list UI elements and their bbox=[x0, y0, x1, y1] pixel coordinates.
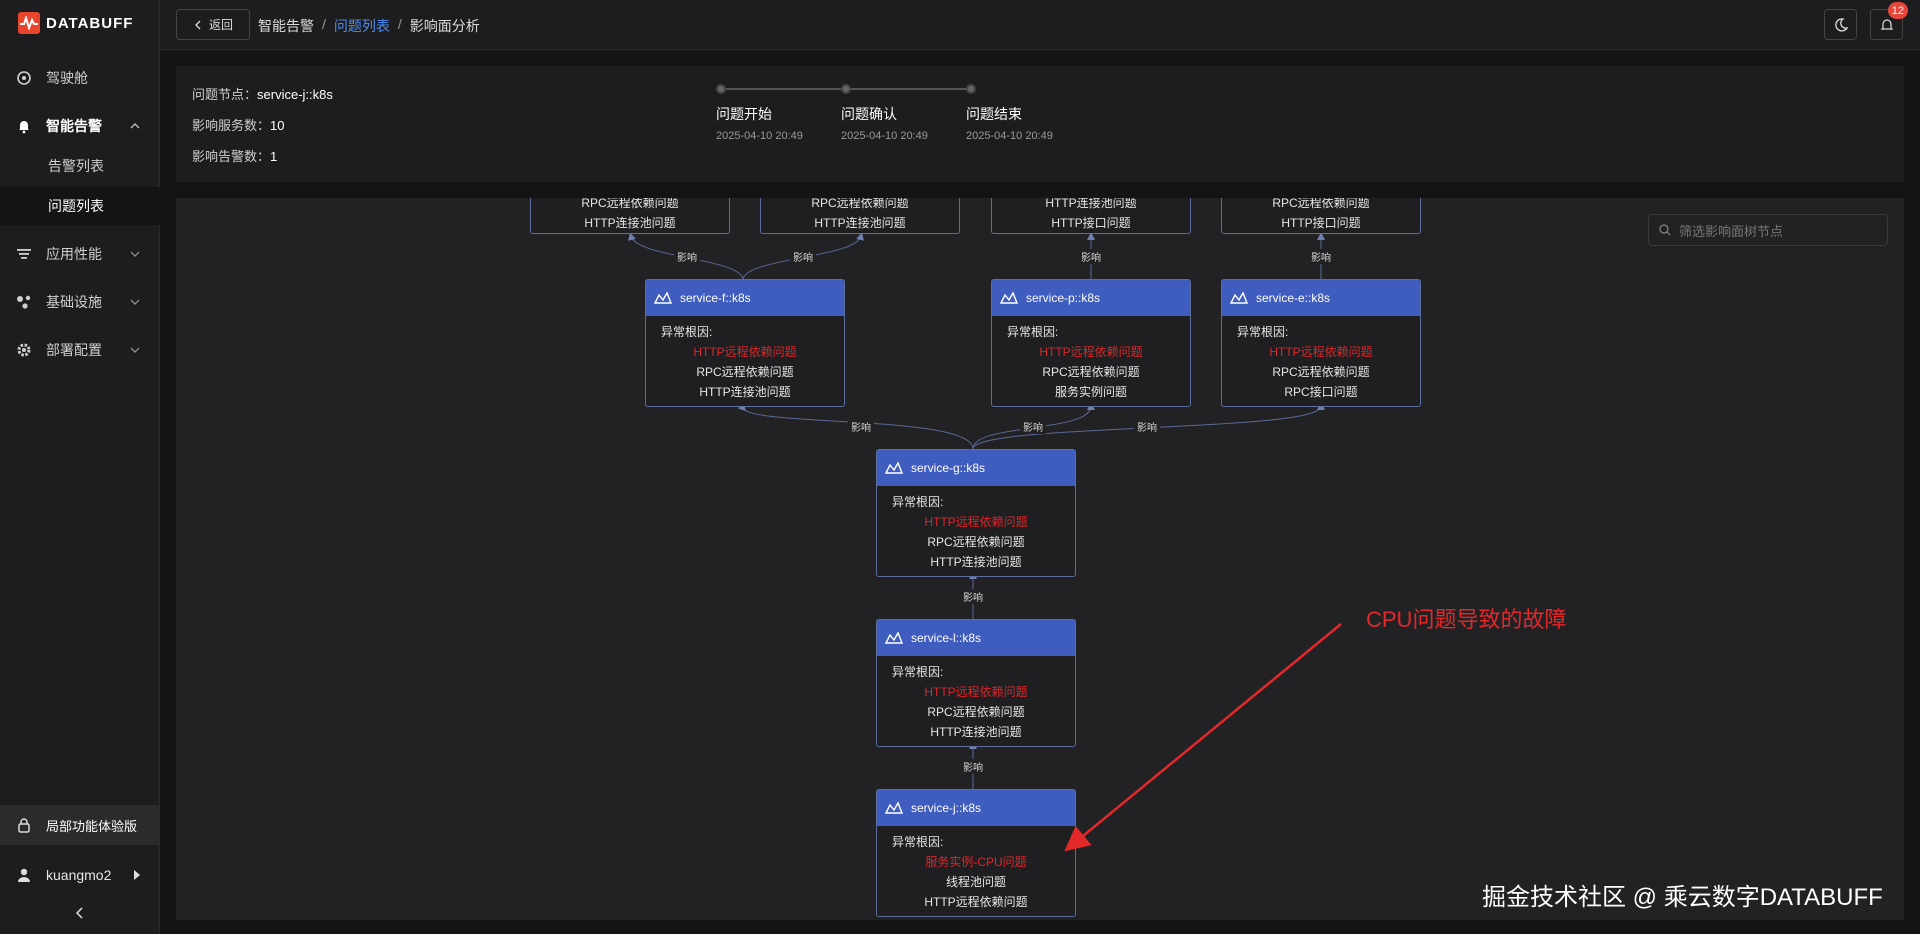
watermark: 掘金技术社区 @ 乘云数字DATABUFF bbox=[1482, 884, 1883, 911]
annotation-arrow bbox=[1064, 623, 1342, 852]
annotation-text: CPU问题导致的故障 bbox=[1366, 607, 1567, 632]
